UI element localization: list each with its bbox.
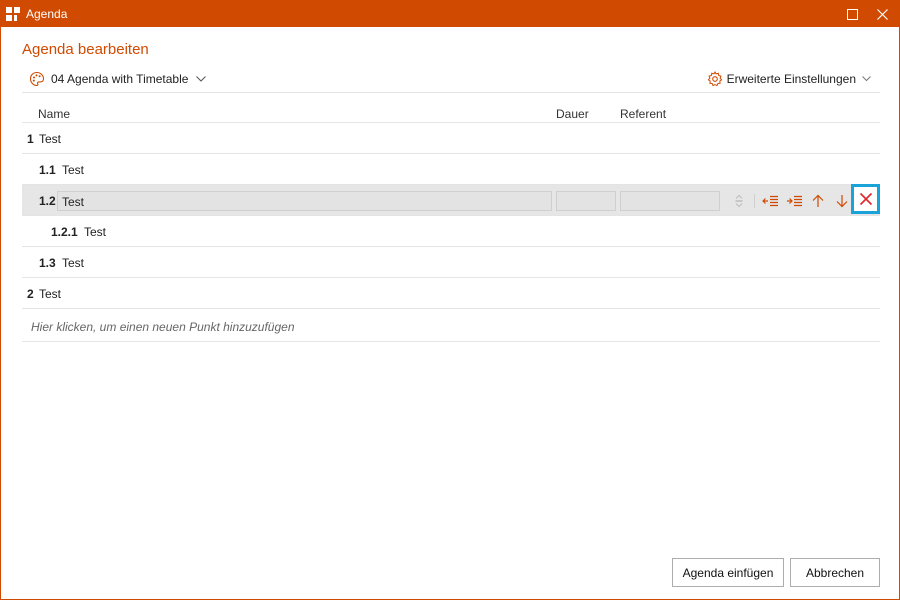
drag-handle[interactable] [727,190,751,212]
column-referent-header: Referent [620,107,667,121]
toolbar-divider [754,194,755,208]
agenda-dialog: Agenda Agenda bearbeiten 04 Agenda with … [0,0,900,600]
agenda-row[interactable]: 1 Test [22,123,880,154]
row-title: Test [39,132,62,146]
window-title: Agenda [26,7,68,21]
column-dauer-header: Dauer [556,107,589,121]
cancel-button[interactable]: Abbrechen [790,558,880,587]
row-title: Test [62,163,85,177]
row-title: Test [39,287,62,301]
row-toolbar [727,190,854,212]
move-up-button[interactable] [806,190,830,212]
column-name-header: Name [38,107,71,121]
agenda-row[interactable]: 1.2.1 Test [22,216,880,247]
agenda-row[interactable]: 1.3 Test [22,247,880,278]
advanced-settings-button[interactable]: Erweiterte Einstellungen [707,69,871,89]
agenda-row[interactable]: 1.1 Test [22,154,880,185]
maximize-icon [846,8,858,20]
row-title-input[interactable]: Test [57,191,552,211]
move-down-icon [836,195,848,208]
indent-icon [786,195,802,207]
move-up-icon [812,194,824,207]
template-name: 04 Agenda with Timetable [51,72,189,86]
row-number: 1.3 [39,256,56,270]
chevron-down-icon [862,76,871,82]
maximize-button[interactable] [837,1,867,27]
title-bar: Agenda [1,1,899,27]
palette-icon [29,71,45,87]
powerpoint-addin-icon [6,7,20,21]
agenda-row-selected[interactable]: 1.2 Test [22,184,880,216]
row-title: Test [62,256,85,270]
add-item-hint: Hier klicken, um einen neuen Punkt hinzu… [31,320,295,334]
add-item-row[interactable]: Hier klicken, um einen neuen Punkt hinzu… [22,309,880,342]
table-header: Name Dauer Referent [22,93,880,123]
template-dropdown[interactable]: 04 Agenda with Timetable [29,69,207,89]
chevron-down-icon [196,76,207,82]
page-title: Agenda bearbeiten [22,41,149,58]
row-title: Test [84,225,107,239]
indent-button[interactable] [782,190,806,212]
delete-row-button[interactable] [851,184,880,214]
presenter-input[interactable] [620,191,720,211]
row-number: 1 [27,132,34,146]
close-icon [876,8,888,20]
duration-input[interactable] [556,191,616,211]
agenda-row[interactable]: 2 Test [22,278,880,309]
advanced-settings-label: Erweiterte Einstellungen [726,72,856,86]
row-number: 2 [27,287,34,301]
row-number: 1.2 [39,194,56,208]
insert-agenda-button[interactable]: Agenda einfügen [672,558,784,587]
outdent-icon [761,195,778,207]
agenda-table: Name Dauer Referent 1 Test 1.1 Test 1.2 … [22,92,880,342]
row-title-value: Test [62,195,85,209]
drag-handle-icon [735,194,743,208]
delete-icon [859,192,872,206]
gear-icon [707,71,722,87]
outdent-button[interactable] [758,190,782,212]
row-number: 1.2.1 [51,225,78,239]
close-window-button[interactable] [867,1,897,27]
row-number: 1.1 [39,163,56,177]
